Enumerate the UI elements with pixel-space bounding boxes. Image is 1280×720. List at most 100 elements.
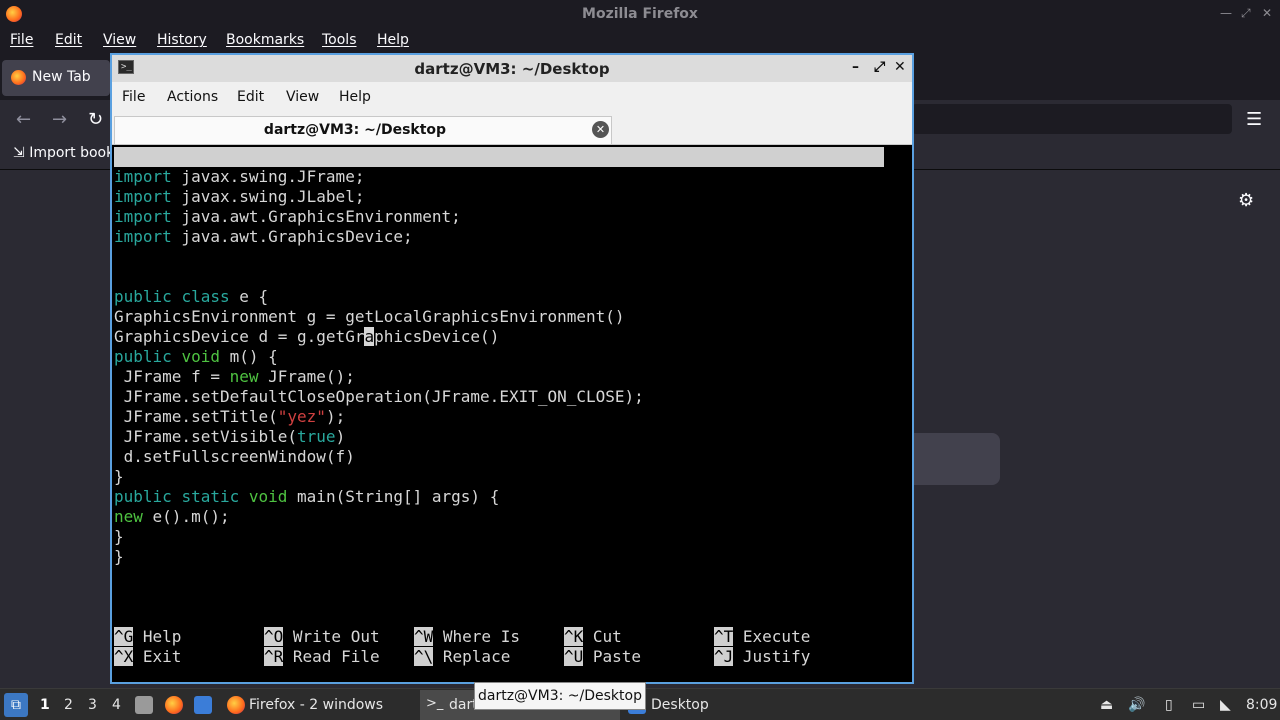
file-manager-icon[interactable] [135, 696, 153, 714]
nano-shortcut[interactable]: ^J Justify [714, 647, 810, 667]
hamburger-menu-icon[interactable]: ☰ [1246, 109, 1262, 130]
nano-shortcut-label: Replace [433, 647, 511, 666]
firefox-launcher-icon[interactable] [165, 696, 183, 714]
terminal-menu-actions[interactable]: Actions [167, 89, 218, 105]
terminal-menu-edit[interactable]: Edit [237, 89, 264, 105]
firefox-menu-view[interactable]: View [103, 32, 136, 48]
start-menu-icon[interactable]: ⧉ [4, 693, 28, 717]
nano-shortcut-label: Help [133, 627, 182, 646]
nano-shortcut[interactable]: ^G Help [114, 627, 181, 647]
screen-icon[interactable]: ▭ [1192, 697, 1205, 713]
code-token: java.awt.GraphicsDevice; [171, 227, 413, 246]
minimize-icon[interactable]: — [1220, 6, 1232, 20]
nano-shortcut[interactable]: ^R Read File [264, 647, 380, 667]
code-line: d.setFullscreenWindow(f) [114, 447, 910, 467]
firefox-shortcut-tile[interactable] [905, 433, 1000, 485]
code-line: new e().m(); [114, 507, 910, 527]
code-token: ) [335, 427, 346, 446]
nano-shortcut-key: ^G [114, 627, 134, 646]
nano-shortcut-label: Exit [133, 647, 182, 666]
terminal-menu-file[interactable]: File [122, 89, 145, 105]
terminal-body[interactable]: GNU nano 5.6.1 e.java * import javax.swi… [112, 145, 912, 682]
nano-shortcut[interactable]: ^T Execute [714, 627, 810, 647]
code-line: import java.awt.GraphicsDevice; [114, 227, 910, 247]
code-line: JFrame.setTitle("yez"); [114, 407, 910, 427]
back-icon[interactable]: ← [16, 109, 31, 130]
terminal-window: >_ dartz@VM3: ~/Desktop – ⤢ ✕ File Actio… [110, 53, 914, 684]
nano-shortcut-key: ^\ [414, 647, 434, 666]
nano-shortcut-label: Write Out [283, 627, 380, 646]
nano-shortcut-label: Justify [733, 647, 811, 666]
code-line: } [114, 527, 910, 547]
close-tab-icon[interactable]: ✕ [592, 121, 609, 138]
firefox-menu-tools[interactable]: Tools [322, 32, 357, 48]
terminal-titlebar[interactable]: >_ dartz@VM3: ~/Desktop – ⤢ ✕ [112, 55, 912, 82]
text-cursor: a [364, 327, 375, 346]
task-desktop[interactable]: Desktop [651, 697, 709, 713]
workspace-3[interactable]: 3 [88, 697, 97, 713]
firefox-window-title: Mozilla Firefox [582, 6, 698, 22]
nano-shortcut[interactable]: ^X Exit [114, 647, 181, 667]
code-token: true [297, 427, 336, 446]
firefox-menu-file[interactable]: File [10, 32, 33, 48]
code-line: JFrame.setVisible(true) [114, 427, 910, 447]
firefox-tab-new-tab[interactable]: New Tab [2, 60, 110, 96]
workspace-4[interactable]: 4 [112, 697, 121, 713]
workspace-2[interactable]: 2 [64, 697, 73, 713]
clipboard-icon[interactable]: ▯ [1165, 697, 1173, 713]
close-icon[interactable]: ✕ [894, 59, 906, 75]
nano-shortcut[interactable]: ^K Cut [564, 627, 622, 647]
show-desktop-icon[interactable] [194, 696, 212, 714]
firefox-tab-label: New Tab [32, 69, 91, 85]
firefox-menu-help[interactable]: Help [377, 32, 409, 48]
terminal-menu-view[interactable]: View [286, 89, 319, 105]
nano-editor-text[interactable]: import javax.swing.JFrame; import javax.s… [114, 167, 910, 567]
maximize-icon[interactable]: ⤢ [874, 59, 885, 75]
forward-icon[interactable]: → [52, 109, 67, 130]
firefox-titlebar[interactable]: Mozilla Firefox — ⤢ ✕ [0, 0, 1280, 30]
updates-icon[interactable]: ⏏ [1100, 697, 1113, 713]
nano-shortcut[interactable]: ^U Paste [564, 647, 641, 667]
firefox-menu-bookmarks[interactable]: Bookmarks [226, 32, 304, 48]
clock[interactable]: 8:09 [1246, 697, 1277, 713]
gear-icon[interactable]: ⚙ [1238, 190, 1254, 211]
nano-shortcut[interactable]: ^W Where Is [414, 627, 520, 647]
reload-icon[interactable]: ↻ [88, 109, 103, 130]
code-token: import [114, 167, 172, 186]
workspace-1[interactable]: 1 [40, 697, 50, 713]
network-icon[interactable]: ◣ [1220, 697, 1231, 713]
minimize-icon[interactable]: – [852, 59, 859, 75]
code-token: d.setFullscreenWindow(f) [114, 447, 355, 466]
code-token: JFrame.setVisible( [114, 427, 298, 446]
code-token: JFrame.setDefaultCloseOperation(JFrame.E… [114, 387, 644, 406]
close-icon[interactable]: ✕ [1262, 6, 1272, 20]
code-token: main(String[] args) { [287, 487, 500, 506]
nano-shortcut-key: ^X [114, 647, 134, 666]
code-token: import [114, 227, 172, 246]
nano-shortcut[interactable]: ^\ Replace [414, 647, 510, 667]
nano-shortcut[interactable]: ^O Write Out [264, 627, 380, 647]
bookmark-import-label: Import book [29, 145, 115, 161]
code-token: phicsDevice() [374, 327, 500, 346]
terminal-menu-help[interactable]: Help [339, 89, 371, 105]
firefox-urlbar[interactable] [912, 104, 1232, 134]
code-token: javax.swing.JLabel; [171, 187, 365, 206]
firefox-menu-history[interactable]: History [157, 32, 207, 48]
firefox-task-icon [227, 696, 245, 714]
code-token: public [114, 347, 172, 366]
import-icon: ⇲ [13, 145, 30, 161]
nano-shortcut-key: ^J [714, 647, 734, 666]
maximize-icon[interactable]: ⤢ [1241, 6, 1251, 21]
code-line: import java.awt.GraphicsEnvironment; [114, 207, 910, 227]
nano-shortcut-key: ^W [414, 627, 434, 646]
terminal-tab-label: dartz@VM3: ~/Desktop [263, 122, 447, 138]
bookmark-import[interactable]: ⇲ Import book [13, 145, 114, 161]
terminal-tab[interactable]: dartz@VM3: ~/Desktop ✕ [114, 116, 612, 144]
firefox-menu-edit[interactable]: Edit [55, 32, 82, 48]
volume-icon[interactable]: 🔊 [1128, 697, 1145, 713]
task-firefox[interactable]: Firefox - 2 windows [249, 697, 383, 713]
